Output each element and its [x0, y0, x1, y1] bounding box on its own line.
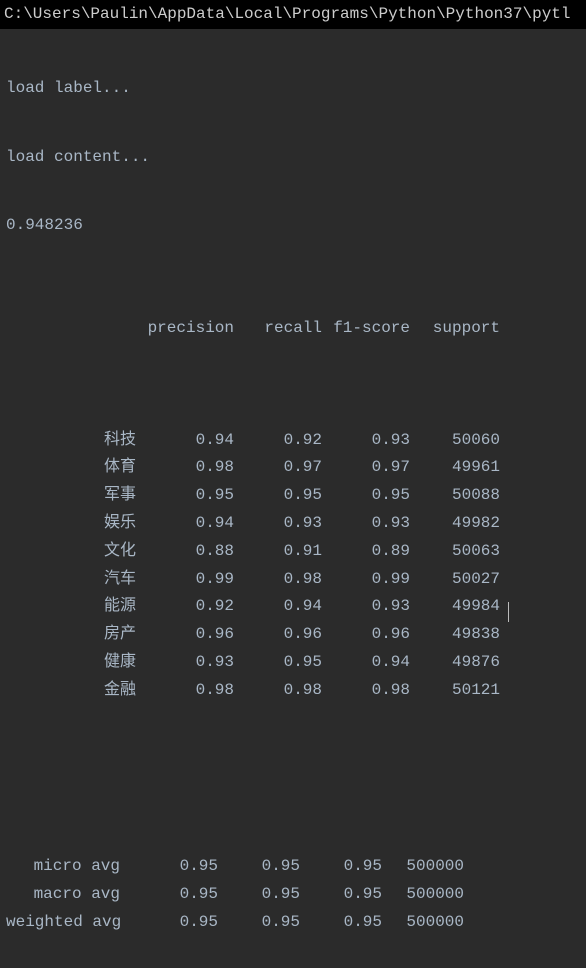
cell-f1: 0.93 [322, 513, 410, 534]
header-f1: f1-score [322, 318, 410, 339]
cell-f1: 0.89 [322, 541, 410, 562]
row-label: 能源 [6, 596, 136, 617]
cell-support: 49876 [410, 652, 500, 673]
terminal-output: load label... load content... 0.948236 p… [0, 29, 586, 968]
cell-precision: 0.95 [120, 856, 218, 877]
cell-recall: 0.98 [234, 680, 322, 701]
table-body: 科技0.940.920.9350060体育0.980.970.9749961军事… [6, 430, 580, 701]
row-label: 金融 [6, 680, 136, 701]
row-label: 娱乐 [6, 513, 136, 534]
cell-f1: 0.95 [300, 884, 382, 905]
cell-precision: 0.88 [136, 541, 234, 562]
accuracy-score: 0.948236 [6, 215, 580, 236]
cell-f1: 0.96 [322, 624, 410, 645]
cell-support: 49961 [410, 457, 500, 478]
cell-f1: 0.95 [322, 485, 410, 506]
log-line: load label... [6, 78, 580, 99]
cell-recall: 0.93 [234, 513, 322, 534]
cell-precision: 0.95 [120, 912, 218, 933]
row-label: 健康 [6, 652, 136, 673]
table-row: 科技0.940.920.9350060 [6, 430, 580, 451]
table-row: weighted avg0.950.950.95500000 [6, 912, 580, 933]
header-precision: precision [136, 318, 234, 339]
cell-precision: 0.99 [136, 569, 234, 590]
cell-f1: 0.97 [322, 457, 410, 478]
cell-support: 49838 [410, 624, 500, 645]
table-row: 房产0.960.960.9649838 [6, 624, 580, 645]
row-label: 体育 [6, 457, 136, 478]
text-cursor [508, 602, 509, 622]
row-label: 房产 [6, 624, 136, 645]
cell-support: 500000 [382, 912, 464, 933]
row-label: 科技 [6, 430, 136, 451]
log-line: load content... [6, 147, 580, 168]
cell-support: 49982 [410, 513, 500, 534]
row-label: weighted avg [6, 912, 120, 933]
table-row: 娱乐0.940.930.9349982 [6, 513, 580, 534]
cell-precision: 0.92 [136, 596, 234, 617]
header-recall: recall [234, 318, 322, 339]
table-row: 文化0.880.910.8950063 [6, 541, 580, 562]
cell-precision: 0.94 [136, 430, 234, 451]
cell-f1: 0.95 [300, 856, 382, 877]
cell-precision: 0.93 [136, 652, 234, 673]
cell-support: 500000 [382, 884, 464, 905]
table-row: 金融0.980.980.9850121 [6, 680, 580, 701]
row-label: 汽车 [6, 569, 136, 590]
cell-recall: 0.92 [234, 430, 322, 451]
cell-precision: 0.94 [136, 513, 234, 534]
table-row: 体育0.980.970.9749961 [6, 457, 580, 478]
cell-support: 49984 [410, 596, 500, 617]
cell-recall: 0.95 [218, 884, 300, 905]
cell-recall: 0.94 [234, 596, 322, 617]
cell-recall: 0.95 [234, 652, 322, 673]
cell-f1: 0.94 [322, 652, 410, 673]
cell-support: 50063 [410, 541, 500, 562]
cell-recall: 0.95 [218, 912, 300, 933]
cell-precision: 0.98 [136, 457, 234, 478]
cell-recall: 0.95 [234, 485, 322, 506]
row-label: 文化 [6, 541, 136, 562]
row-label: 军事 [6, 485, 136, 506]
table-summary: micro avg0.950.950.95500000macro avg0.95… [6, 856, 580, 932]
cell-recall: 0.91 [234, 541, 322, 562]
cell-recall: 0.96 [234, 624, 322, 645]
cell-f1: 0.95 [300, 912, 382, 933]
cell-f1: 0.99 [322, 569, 410, 590]
table-row: 军事0.950.950.9550088 [6, 485, 580, 506]
cell-support: 50027 [410, 569, 500, 590]
cell-f1: 0.93 [322, 430, 410, 451]
cell-precision: 0.96 [136, 624, 234, 645]
cell-f1: 0.98 [322, 680, 410, 701]
header-support: support [410, 318, 500, 339]
table-row: 健康0.930.950.9449876 [6, 652, 580, 673]
table-header: precision recall f1-score support [6, 318, 580, 339]
cell-recall: 0.98 [234, 569, 322, 590]
cell-support: 50060 [410, 430, 500, 451]
cell-f1: 0.93 [322, 596, 410, 617]
command-path: C:\Users\Paulin\AppData\Local\Programs\P… [0, 0, 586, 29]
cell-recall: 0.95 [218, 856, 300, 877]
cell-support: 50121 [410, 680, 500, 701]
row-label: macro avg [6, 884, 120, 905]
table-row: macro avg0.950.950.95500000 [6, 884, 580, 905]
cell-support: 500000 [382, 856, 464, 877]
cell-support: 50088 [410, 485, 500, 506]
table-row: 汽车0.990.980.9950027 [6, 569, 580, 590]
cell-recall: 0.97 [234, 457, 322, 478]
cell-precision: 0.95 [120, 884, 218, 905]
cell-precision: 0.95 [136, 485, 234, 506]
table-row: 能源0.920.940.9349984 [6, 596, 580, 617]
table-row: micro avg0.950.950.95500000 [6, 856, 580, 877]
cell-precision: 0.98 [136, 680, 234, 701]
row-label: micro avg [6, 856, 120, 877]
